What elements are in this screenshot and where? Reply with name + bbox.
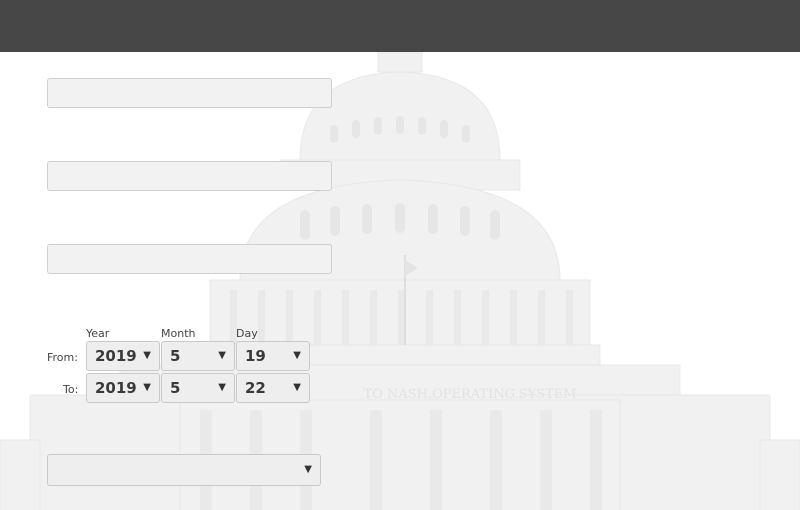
to-year-select[interactable]: 2019 ▼ (86, 373, 160, 403)
top-bar (0, 0, 800, 52)
to-month-select[interactable]: 5 ▼ (161, 373, 235, 403)
year-header: Year (86, 327, 110, 340)
capitol-background-image: TO NASH.OPERATING.SYSTEM (0, 52, 800, 510)
to-day-value: 22 (245, 379, 266, 397)
from-label: From: (47, 351, 78, 364)
chevron-down-icon: ▼ (293, 350, 301, 361)
chevron-down-icon: ▼ (218, 350, 226, 361)
from-year-select[interactable]: 2019 ▼ (86, 341, 160, 371)
chevron-down-icon: ▼ (304, 464, 312, 475)
from-year-value: 2019 (95, 347, 137, 365)
day-header: Day (236, 327, 258, 340)
from-day-value: 19 (245, 347, 266, 365)
to-year-value: 2019 (95, 379, 137, 397)
to-month-value: 5 (170, 379, 181, 397)
bottom-dropdown-select[interactable]: ▼ (47, 454, 321, 486)
chevron-down-icon: ▼ (143, 382, 151, 393)
chevron-down-icon: ▼ (218, 382, 226, 393)
from-month-value: 5 (170, 347, 181, 365)
capitol-inscription: TO NASH.OPERATING.SYSTEM (363, 387, 576, 402)
from-month-select[interactable]: 5 ▼ (161, 341, 235, 371)
to-day-select[interactable]: 22 ▼ (236, 373, 310, 403)
text-input-3[interactable] (47, 244, 332, 274)
month-header: Month (161, 327, 196, 340)
text-input-2[interactable] (47, 161, 332, 191)
text-input-1[interactable] (47, 78, 332, 108)
chevron-down-icon: ▼ (293, 382, 301, 393)
chevron-down-icon: ▼ (143, 350, 151, 361)
from-day-select[interactable]: 19 ▼ (236, 341, 310, 371)
to-label: To: (63, 383, 79, 396)
